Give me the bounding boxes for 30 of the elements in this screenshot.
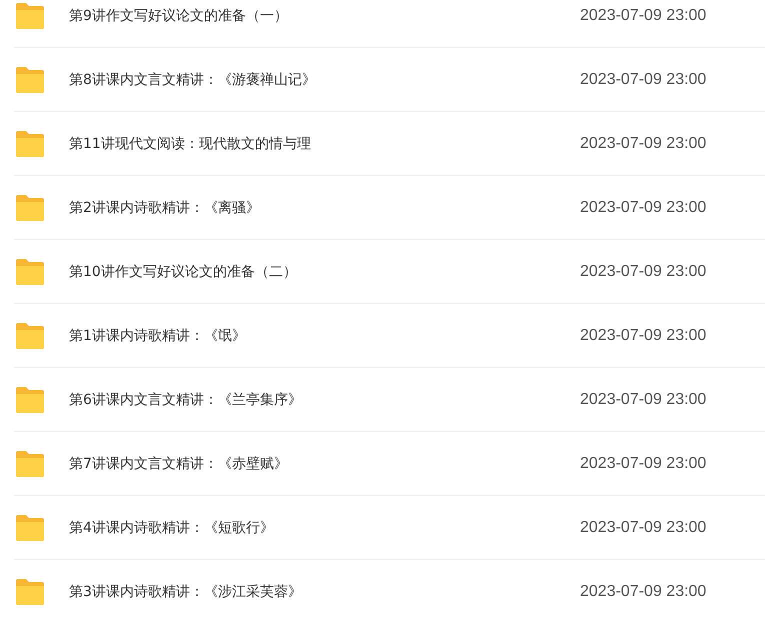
- folder-icon: [14, 2, 46, 30]
- modified-date: 2023-07-09 23:00: [580, 454, 706, 472]
- folder-icon: [14, 130, 46, 158]
- modified-date: 2023-07-09 23:00: [580, 6, 706, 24]
- modified-date: 2023-07-09 23:00: [580, 198, 706, 216]
- folder-name[interactable]: 第3讲课内诗歌精讲：《涉江采芙蓉》: [69, 582, 580, 600]
- folder-name[interactable]: 第9讲作文写好议论文的准备（一）: [69, 6, 580, 24]
- folder-icon: [14, 322, 46, 350]
- modified-date: 2023-07-09 23:00: [580, 582, 706, 600]
- modified-date: 2023-07-09 23:00: [580, 262, 706, 280]
- folder-name[interactable]: 第2讲课内诗歌精讲：《离骚》: [69, 198, 580, 216]
- folder-name[interactable]: 第8讲课内文言文精讲：《游褒禅山记》: [69, 70, 580, 88]
- folder-name[interactable]: 第4讲课内诗歌精讲：《短歌行》: [69, 518, 580, 536]
- folder-name[interactable]: 第10讲作文写好议论文的准备（二）: [69, 262, 580, 280]
- modified-date: 2023-07-09 23:00: [580, 326, 706, 344]
- folder-icon: [14, 66, 46, 94]
- modified-date: 2023-07-09 23:00: [580, 134, 706, 152]
- modified-date: 2023-07-09 23:00: [580, 518, 706, 536]
- modified-date: 2023-07-09 23:00: [580, 70, 706, 88]
- folder-icon: [14, 514, 46, 542]
- folder-name[interactable]: 第7讲课内文言文精讲：《赤壁赋》: [69, 454, 580, 472]
- folder-icon: [14, 386, 46, 414]
- folder-icon: [14, 450, 46, 478]
- folder-icon: [14, 258, 46, 286]
- modified-date: 2023-07-09 23:00: [580, 390, 706, 408]
- folder-name[interactable]: 第11讲现代文阅读：现代散文的情与理: [69, 134, 580, 152]
- folder-name[interactable]: 第1讲课内诗歌精讲：《氓》: [69, 326, 580, 344]
- folder-icon: [14, 194, 46, 222]
- folder-name[interactable]: 第6讲课内文言文精讲：《兰亭集序》: [69, 390, 580, 408]
- folder-icon: [14, 578, 46, 606]
